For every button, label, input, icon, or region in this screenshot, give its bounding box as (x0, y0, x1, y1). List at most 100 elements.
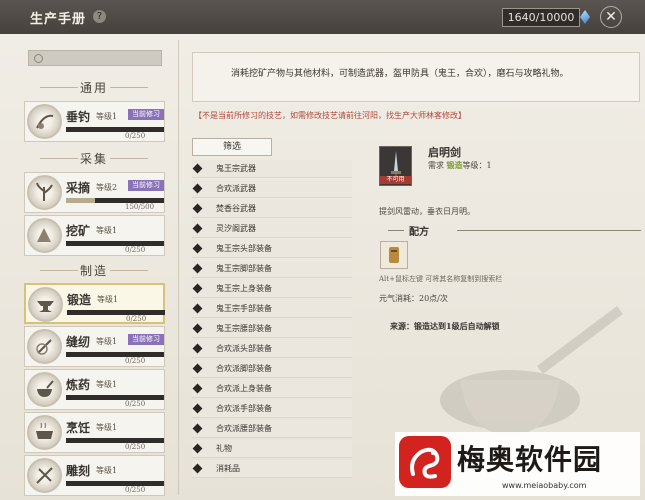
recipe-category-label: 合欢派脚部装备 (216, 364, 272, 373)
recipe-category-item[interactable]: 鬼王宗武器 (192, 160, 352, 178)
skill-name: 垂钓 (66, 110, 91, 124)
skill-progress-bar (66, 127, 164, 132)
skill-name: 锻造 (67, 293, 92, 307)
recipe-category-item[interactable]: 鬼王宗上身装备 (192, 280, 352, 298)
recipe-category-label: 鬼王宗武器 (216, 164, 256, 173)
skill-progress-value: 150/500 (125, 203, 155, 211)
recipe-category-item[interactable]: 鬼王宗腰部装备 (192, 320, 352, 338)
expand-diamond-icon (192, 303, 203, 314)
recipe-category-item[interactable]: 消耗品 (192, 460, 352, 478)
filter-button[interactable]: 筛选 (192, 138, 272, 156)
current-study-tag: 当前修习 (128, 180, 164, 191)
skill-level: 等级1 (96, 466, 118, 475)
recipe-category-label: 鬼王宗上身装备 (216, 284, 272, 293)
skill-progress-fill (66, 198, 96, 203)
skill-progress-bar (66, 352, 164, 357)
skill-progress-bar (66, 395, 164, 400)
skill-name: 雕刻 (66, 464, 91, 478)
expand-diamond-icon (192, 343, 203, 354)
recipe-category-label: 合欢派武器 (216, 184, 256, 193)
skill-progress-value: 0/250 (125, 132, 146, 140)
skill-warning: 【不是当前所修习的技艺，如需修改技艺请前往河阳，找生产大师林客修改】 (194, 111, 466, 120)
skill-item-carving[interactable]: 雕刻 等级1 0/250 (24, 455, 165, 496)
skill-name: 缝纫 (66, 335, 91, 349)
help-icon[interactable]: ? (93, 10, 106, 23)
skill-level: 等级1 (96, 337, 118, 346)
close-button[interactable]: ✕ (600, 6, 622, 28)
expand-diamond-icon (192, 243, 203, 254)
recipe-material-icon[interactable] (380, 241, 408, 269)
recipe-category-item[interactable]: 礼物 (192, 440, 352, 458)
recipe-category-item[interactable]: 焚香谷武器 (192, 200, 352, 218)
category-header-crafting: 制造 (18, 262, 170, 279)
carving-knife-icon (27, 458, 62, 493)
herb-icon (27, 175, 62, 210)
recipe-category-label: 礼物 (216, 444, 232, 453)
recipe-category-label: 鬼王宗脚部装备 (216, 264, 272, 273)
mortar-icon (27, 372, 62, 407)
unavailable-tag: 不可用 (380, 176, 411, 184)
expand-diamond-icon (192, 263, 203, 274)
recipe-header-label: 配方 (409, 227, 429, 238)
skill-item-alchemy[interactable]: 炼药 等级1 0/250 (24, 369, 165, 410)
expand-diamond-icon (192, 383, 203, 394)
recipe-category-item[interactable]: 鬼王宗手部装备 (192, 300, 352, 318)
watermark-title: 梅奥软件园 (457, 443, 603, 476)
recipe-category-item[interactable]: 灵汐阁武器 (192, 220, 352, 238)
search-input[interactable] (28, 50, 162, 66)
skill-level: 等级2 (96, 183, 118, 192)
expand-diamond-icon (192, 283, 203, 294)
skill-level: 等级1 (96, 226, 118, 235)
recipe-category-label: 合欢派手部装备 (216, 404, 272, 413)
category-header-general: 通用 (18, 79, 170, 96)
recipe-category-item[interactable]: 鬼王宗头部装备 (192, 240, 352, 258)
divider-line (388, 230, 404, 231)
skill-item-cooking[interactable]: 烹饪 等级1 0/250 (24, 412, 165, 453)
skill-name: 采摘 (66, 181, 91, 195)
site-watermark: 梅奥软件园 www.meiaobaby.com (395, 432, 640, 496)
recipe-category-item[interactable]: 合欢派脚部装备 (192, 360, 352, 378)
expand-diamond-icon (192, 223, 203, 234)
skill-item-forging[interactable]: 锻造 等级1 0/250 (24, 283, 165, 324)
recipe-category-item[interactable]: 合欢派头部装备 (192, 340, 352, 358)
search-icon (34, 54, 43, 63)
requirement-skill: 锻造 (446, 160, 463, 170)
title-bar: 生产手册 ? 1640/10000 ✕ (0, 0, 645, 34)
skill-item-mining[interactable]: 挖矿 等级1 0/250 (24, 215, 165, 256)
recipe-category-label: 合欢派腰部装备 (216, 424, 272, 433)
item-requirement: 需求 锻造等级：1 (428, 160, 492, 171)
expand-diamond-icon (192, 163, 203, 174)
skill-progress-value: 0/250 (126, 315, 147, 323)
panel-divider (178, 40, 179, 495)
skill-item-picking[interactable]: 采摘 等级2 当前修习 150/500 (24, 172, 165, 213)
skill-name: 挖矿 (66, 224, 91, 238)
skill-progress-bar (66, 481, 164, 486)
recipe-category-label: 灵汐阁武器 (216, 224, 256, 233)
skill-item-fishing[interactable]: 垂钓 等级1 当前修习 0/250 (24, 101, 165, 142)
skill-progress-value: 0/250 (125, 357, 146, 365)
recipe-category-label: 鬼王宗头部装备 (216, 244, 272, 253)
recipe-category-item[interactable]: 合欢派武器 (192, 180, 352, 198)
recipe-category-label: 消耗品 (216, 464, 240, 473)
recipe-category-label: 合欢派上身装备 (216, 384, 272, 393)
recipe-category-label: 焚香谷武器 (216, 204, 256, 213)
expand-diamond-icon (192, 403, 203, 414)
recipe-category-item[interactable]: 合欢派上身装备 (192, 380, 352, 398)
skill-item-sewing[interactable]: 缝纫 等级1 当前修习 0/250 (24, 326, 165, 367)
skill-name: 炼药 (66, 378, 91, 392)
skill-progress-value: 0/250 (125, 486, 146, 494)
requirement-prefix: 需求 (428, 161, 444, 170)
recipe-category-label: 鬼王宗腰部装备 (216, 324, 272, 333)
skill-progress-bar (67, 310, 165, 315)
skill-level: 等级1 (96, 423, 118, 432)
recipe-category-item[interactable]: 合欢派手部装备 (192, 400, 352, 418)
skill-description: 消耗挖矿产物与其他材料，可制造武器，盔甲防具（鬼王，合欢），磨石与攻略礼物。 (231, 69, 569, 79)
current-study-tag: 当前修习 (128, 109, 164, 120)
expand-diamond-icon (192, 183, 203, 194)
energy-counter: 1640/10000 (502, 8, 580, 27)
skill-sidebar: 通用 垂钓 等级1 当前修习 0/250 采集 采摘 等级2 当前修习 150/… (18, 40, 170, 496)
item-name: 启明剑 (428, 146, 461, 159)
recipe-category-item[interactable]: 鬼王宗脚部装备 (192, 260, 352, 278)
recipe-category-item[interactable]: 合欢派腰部装备 (192, 420, 352, 438)
window-title: 生产手册 (30, 12, 87, 27)
